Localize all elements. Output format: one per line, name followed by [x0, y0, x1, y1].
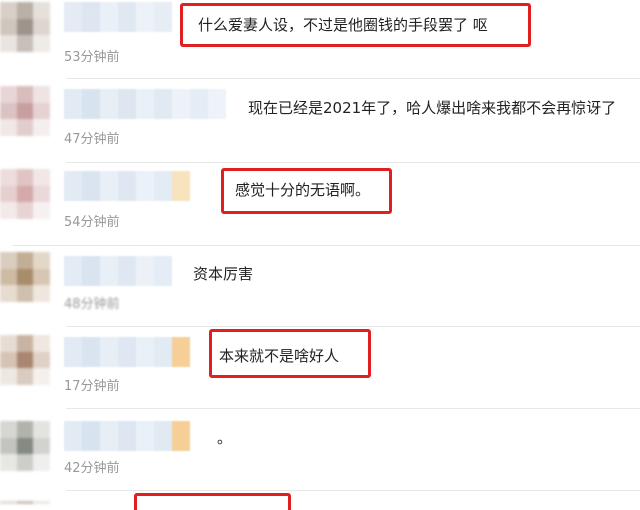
- highlight-box: [209, 329, 371, 378]
- avatar[interactable]: [0, 335, 50, 385]
- username[interactable]: [64, 89, 226, 119]
- comment-item: 42分钟前 。: [0, 409, 640, 489]
- comment-item: 53分钟前 什么爱妻人设，不过是他圈钱的手段罢了 呕: [0, 0, 640, 80]
- comment-timestamp: 48分钟前: [64, 297, 120, 312]
- avatar[interactable]: [0, 169, 50, 219]
- comment-text: 。: [217, 429, 233, 447]
- highlight-box: [134, 493, 291, 510]
- username[interactable]: [64, 2, 172, 32]
- avatar[interactable]: [0, 501, 50, 510]
- highlight-box: [221, 168, 392, 214]
- username[interactable]: [64, 337, 190, 367]
- comment-feed: 53分钟前 什么爱妻人设，不过是他圈钱的手段罢了 呕 47分钟前 现在已经是20…: [0, 0, 640, 510]
- highlight-box: [180, 3, 531, 47]
- avatar[interactable]: [0, 86, 50, 136]
- username[interactable]: [64, 171, 190, 201]
- comment-item: 47分钟前 现在已经是2021年了，哈人爆出啥来我都不会再惊讶了: [0, 80, 640, 162]
- avatar[interactable]: [0, 252, 50, 302]
- username[interactable]: [64, 421, 190, 451]
- comment-timestamp: 42分钟前: [64, 461, 120, 476]
- avatar[interactable]: [0, 421, 50, 471]
- comment-item: [0, 491, 640, 510]
- comment-item: 48分钟前 资本厉害: [0, 246, 640, 326]
- comment-timestamp: 53分钟前: [64, 50, 120, 65]
- comment-text: 现在已经是2021年了，哈人爆出啥来我都不会再惊讶了: [248, 99, 617, 117]
- comment-text: 资本厉害: [193, 265, 254, 283]
- comment-timestamp: 47分钟前: [64, 132, 120, 147]
- avatar[interactable]: [0, 2, 50, 52]
- comment-timestamp: 54分钟前: [64, 215, 120, 230]
- comment-timestamp: 17分钟前: [64, 379, 120, 394]
- comment-item: 17分钟前 本来就不是啥好人: [0, 327, 640, 408]
- comment-item: 54分钟前 感觉十分的无语啊。: [0, 163, 640, 245]
- divider: [66, 78, 640, 79]
- username[interactable]: [64, 256, 172, 286]
